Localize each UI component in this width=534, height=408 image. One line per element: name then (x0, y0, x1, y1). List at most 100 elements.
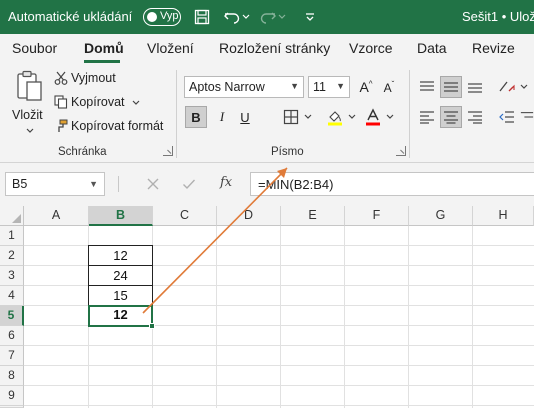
orientation-dropdown-icon[interactable] (520, 84, 528, 90)
column-header-e[interactable]: E (281, 206, 345, 226)
name-box[interactable]: B5 ▼ (5, 172, 105, 196)
align-center-button[interactable] (440, 106, 462, 128)
autosave-label: Automatické ukládání (8, 9, 133, 24)
format-painter-button[interactable]: Kopírovat formát (54, 118, 166, 136)
column-header-a[interactable]: A (24, 206, 89, 226)
tab-revize[interactable]: Revize (472, 40, 515, 56)
font-color-icon (366, 108, 380, 126)
borders-dropdown-icon[interactable] (304, 114, 312, 120)
copy-button[interactable]: Kopírovat (54, 94, 154, 112)
redo-icon[interactable] (258, 7, 278, 27)
font-launcher-icon[interactable] (396, 146, 406, 156)
align-left-button[interactable] (416, 106, 438, 128)
row-header-6[interactable]: 6 (0, 326, 24, 346)
redo-dropdown-icon[interactable] (276, 7, 288, 27)
formula-text: =MIN(B2:B4) (258, 177, 334, 192)
row-header-9[interactable]: 9 (0, 386, 24, 406)
cell-b3[interactable]: 24 (88, 265, 153, 286)
increase-indent-button[interactable] (520, 106, 534, 128)
bold-button[interactable]: B (185, 106, 207, 128)
font-color-button[interactable] (362, 106, 384, 128)
align-bottom-icon (468, 83, 482, 93)
row-header-1[interactable]: 1 (0, 226, 24, 246)
row-header-2[interactable]: 2 (0, 246, 24, 266)
formula-bar-separator (118, 176, 119, 192)
cell-b2[interactable]: 12 (88, 245, 153, 266)
undo-icon[interactable] (222, 7, 242, 27)
row-header-3[interactable]: 3 (0, 266, 24, 286)
cut-button[interactable]: Vyjmout (54, 70, 144, 88)
scissors-icon (54, 71, 68, 85)
formula-input[interactable]: =MIN(B2:B4) (250, 172, 534, 196)
formula-buttons: fx (136, 172, 246, 196)
cell-b4[interactable]: 15 (88, 285, 153, 306)
align-right-icon (468, 111, 482, 124)
tab-vzorce[interactable]: Vzorce (349, 40, 393, 56)
align-middle-icon (444, 82, 458, 92)
align-middle-button[interactable] (440, 76, 462, 98)
row-header-4[interactable]: 4 (0, 286, 24, 306)
tab-rozlozeni-stranky[interactable]: Rozložení stránky (219, 40, 330, 56)
align-right-button[interactable] (464, 106, 486, 128)
underline-button[interactable]: U (234, 106, 256, 128)
fill-color-dropdown-icon[interactable] (348, 114, 356, 120)
gridline (24, 405, 534, 406)
align-top-button[interactable] (416, 76, 438, 98)
copy-dropdown-icon (132, 100, 140, 105)
gridline (280, 226, 281, 408)
customize-toolbar-icon[interactable] (300, 7, 320, 27)
borders-button[interactable] (280, 106, 302, 128)
save-icon[interactable] (192, 7, 212, 27)
copy-icon (54, 95, 68, 109)
column-header-f[interactable]: F (345, 206, 409, 226)
column-header-g[interactable]: G (409, 206, 473, 226)
row-header-7[interactable]: 7 (0, 346, 24, 366)
font-size-select[interactable]: 11 ▼ (308, 76, 350, 98)
tab-domu[interactable]: Domů (84, 40, 124, 56)
autosave-toggle[interactable]: Vyp (143, 8, 181, 26)
fill-color-button[interactable] (324, 106, 346, 128)
align-top-icon (420, 81, 434, 91)
font-color-dropdown-icon[interactable] (386, 114, 394, 120)
gridline (24, 345, 534, 346)
column-header-b[interactable]: B (89, 206, 153, 226)
toggle-knob (147, 11, 157, 22)
format-painter-icon (58, 119, 68, 132)
paste-button[interactable]: Vložit (12, 70, 48, 140)
column-header-h[interactable]: H (473, 206, 534, 226)
orientation-button[interactable] (496, 76, 518, 98)
align-center-icon (444, 111, 458, 124)
insert-function-icon[interactable]: fx (220, 175, 232, 190)
decrease-indent-icon (499, 111, 514, 123)
column-header-c[interactable]: C (153, 206, 217, 226)
document-title: Sešit1 • Ulož (462, 9, 534, 24)
formula-bar-area: B5 ▼ fx =MIN(B2:B4) (0, 163, 534, 206)
italic-button[interactable]: I (211, 106, 233, 128)
tab-vlozeni[interactable]: Vložení (147, 40, 194, 56)
enter-check-icon[interactable] (182, 177, 196, 191)
fill-bucket-icon (328, 111, 342, 126)
row-header-8[interactable]: 8 (0, 366, 24, 386)
row-header-5[interactable]: 5 (0, 306, 24, 326)
group-separator (176, 70, 177, 158)
decrease-indent-button[interactable] (496, 106, 518, 128)
increase-font-size-button[interactable]: A^ (355, 76, 377, 98)
clipboard-launcher-icon[interactable] (163, 146, 173, 156)
ribbon: Vložit Vyjmout Kopírovat Kopírovat formá… (0, 64, 534, 163)
cancel-icon[interactable] (146, 177, 160, 191)
font-name-dropdown-icon: ▼ (290, 81, 299, 91)
decrease-font-size-button[interactable]: Aˇ (378, 76, 400, 98)
select-all-button[interactable] (0, 206, 24, 226)
gridline (216, 226, 217, 408)
cell-b5[interactable]: 12 (88, 305, 153, 327)
tab-soubor[interactable]: Soubor (12, 40, 57, 56)
column-header-d[interactable]: D (217, 206, 281, 226)
tab-data[interactable]: Data (417, 40, 447, 56)
fill-handle[interactable] (149, 323, 155, 329)
ribbon-tabs: Soubor Domů Vložení Rozložení stránky Vz… (0, 34, 534, 64)
font-name-select[interactable]: Aptos Narrow ▼ (184, 76, 304, 98)
align-bottom-button[interactable] (464, 76, 486, 98)
increase-indent-icon (520, 112, 534, 118)
undo-dropdown-icon[interactable] (240, 7, 252, 27)
font-name-value: Aptos Narrow (189, 80, 265, 94)
